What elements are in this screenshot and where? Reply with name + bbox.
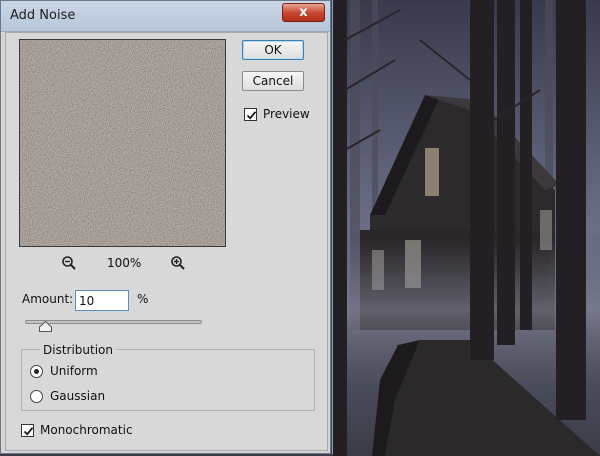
- checkmark-icon: [246, 111, 257, 120]
- filter-preview[interactable]: [19, 39, 226, 247]
- title-bar[interactable]: Add Noise x: [1, 1, 330, 32]
- uniform-radio[interactable]: [30, 365, 43, 378]
- checkmark-icon: [23, 427, 34, 436]
- preview-checkbox[interactable]: [244, 108, 257, 121]
- amount-label: Amount:: [22, 292, 74, 306]
- cancel-button[interactable]: Cancel: [242, 71, 304, 91]
- monochromatic-checkbox[interactable]: [21, 424, 34, 437]
- zoom-level: 100%: [107, 256, 142, 270]
- preview-label: Preview: [263, 107, 310, 121]
- radio-selected-dot: [34, 369, 39, 374]
- ok-button[interactable]: OK: [242, 40, 304, 60]
- uniform-label: Uniform: [50, 364, 98, 378]
- amount-input[interactable]: [75, 290, 129, 311]
- dialog-title: Add Noise: [10, 8, 76, 23]
- gaussian-radio[interactable]: [30, 390, 43, 403]
- close-icon: x: [299, 5, 308, 20]
- gaussian-label: Gaussian: [50, 389, 106, 403]
- close-button[interactable]: x: [282, 3, 325, 22]
- amount-slider-thumb[interactable]: [39, 321, 52, 332]
- distribution-title: Distribution: [40, 343, 117, 357]
- monochromatic-label: Monochromatic: [40, 423, 133, 437]
- percent-unit-label: %: [137, 292, 149, 306]
- zoom-in-icon[interactable]: [170, 255, 186, 271]
- zoom-out-icon[interactable]: [61, 255, 77, 271]
